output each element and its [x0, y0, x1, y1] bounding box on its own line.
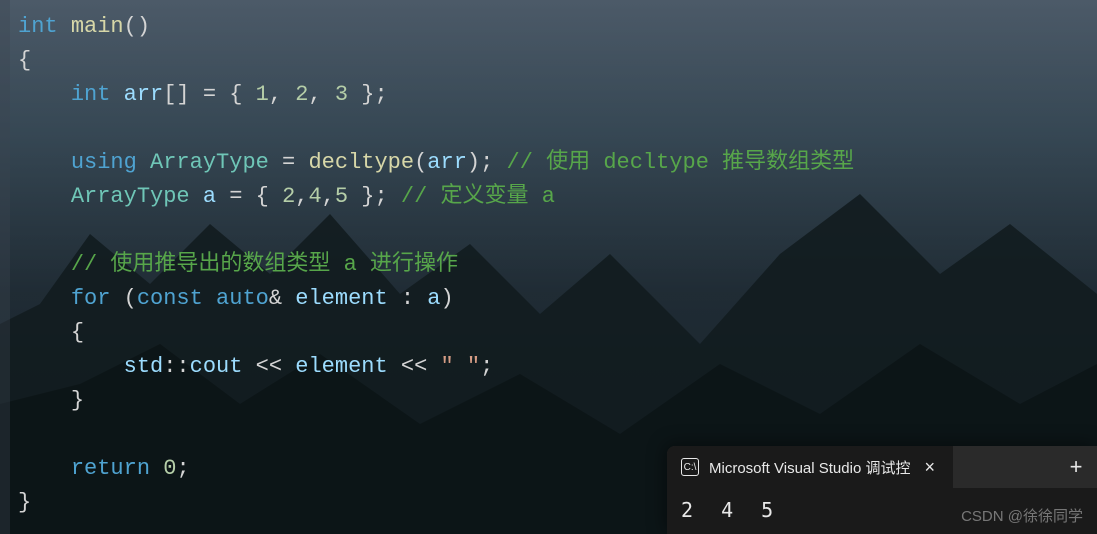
type-arraytype: ArrayType — [71, 184, 190, 209]
comment: // 定义变量 a — [401, 184, 555, 209]
paren: () — [124, 14, 150, 39]
code-block[interactable]: int main() { int arr[] = { 1, 2, 3 }; us… — [0, 0, 1097, 520]
var-arr: arr — [124, 82, 164, 107]
obj-cout: cout — [190, 354, 243, 379]
var-a: a — [203, 184, 216, 209]
brace-open: { — [18, 48, 31, 73]
string-literal: " " — [441, 354, 481, 379]
terminal-icon: C:\ — [681, 458, 699, 476]
brace-open: { — [71, 320, 84, 345]
new-tab-button[interactable]: + — [1055, 454, 1097, 480]
close-icon[interactable]: × — [920, 457, 939, 478]
keyword-const: const — [137, 286, 203, 311]
fn-main: main — [71, 14, 124, 39]
console-tab[interactable]: C:\ Microsoft Visual Studio 调试控 × — [667, 446, 953, 488]
comment: // 使用推导出的数组类型 a 进行操作 — [71, 252, 458, 277]
brace-close: } — [71, 388, 84, 413]
watermark: CSDN @徐徐同学 — [961, 505, 1083, 526]
console-tab-title: Microsoft Visual Studio 调试控 — [709, 457, 910, 478]
keyword-auto: auto — [216, 286, 269, 311]
type-arraytype: ArrayType — [150, 150, 269, 175]
keyword-int: int — [18, 14, 58, 39]
var-a: a — [427, 286, 440, 311]
code-editor: int main() { int arr[] = { 1, 2, 3 }; us… — [0, 0, 1097, 534]
ns-std: std — [124, 354, 164, 379]
brace-close: } — [18, 490, 31, 515]
fn-decltype: decltype — [308, 150, 414, 175]
comment: // 使用 decltype 推导数组类型 — [507, 150, 855, 175]
keyword-int: int — [71, 82, 111, 107]
var-element: element — [295, 354, 387, 379]
keyword-return: return — [71, 456, 150, 481]
editor-gutter — [0, 0, 10, 534]
keyword-for: for — [71, 286, 111, 311]
keyword-using: using — [71, 150, 137, 175]
console-tabbar: C:\ Microsoft Visual Studio 调试控 × + — [667, 446, 1097, 488]
var-element: element — [295, 286, 387, 311]
